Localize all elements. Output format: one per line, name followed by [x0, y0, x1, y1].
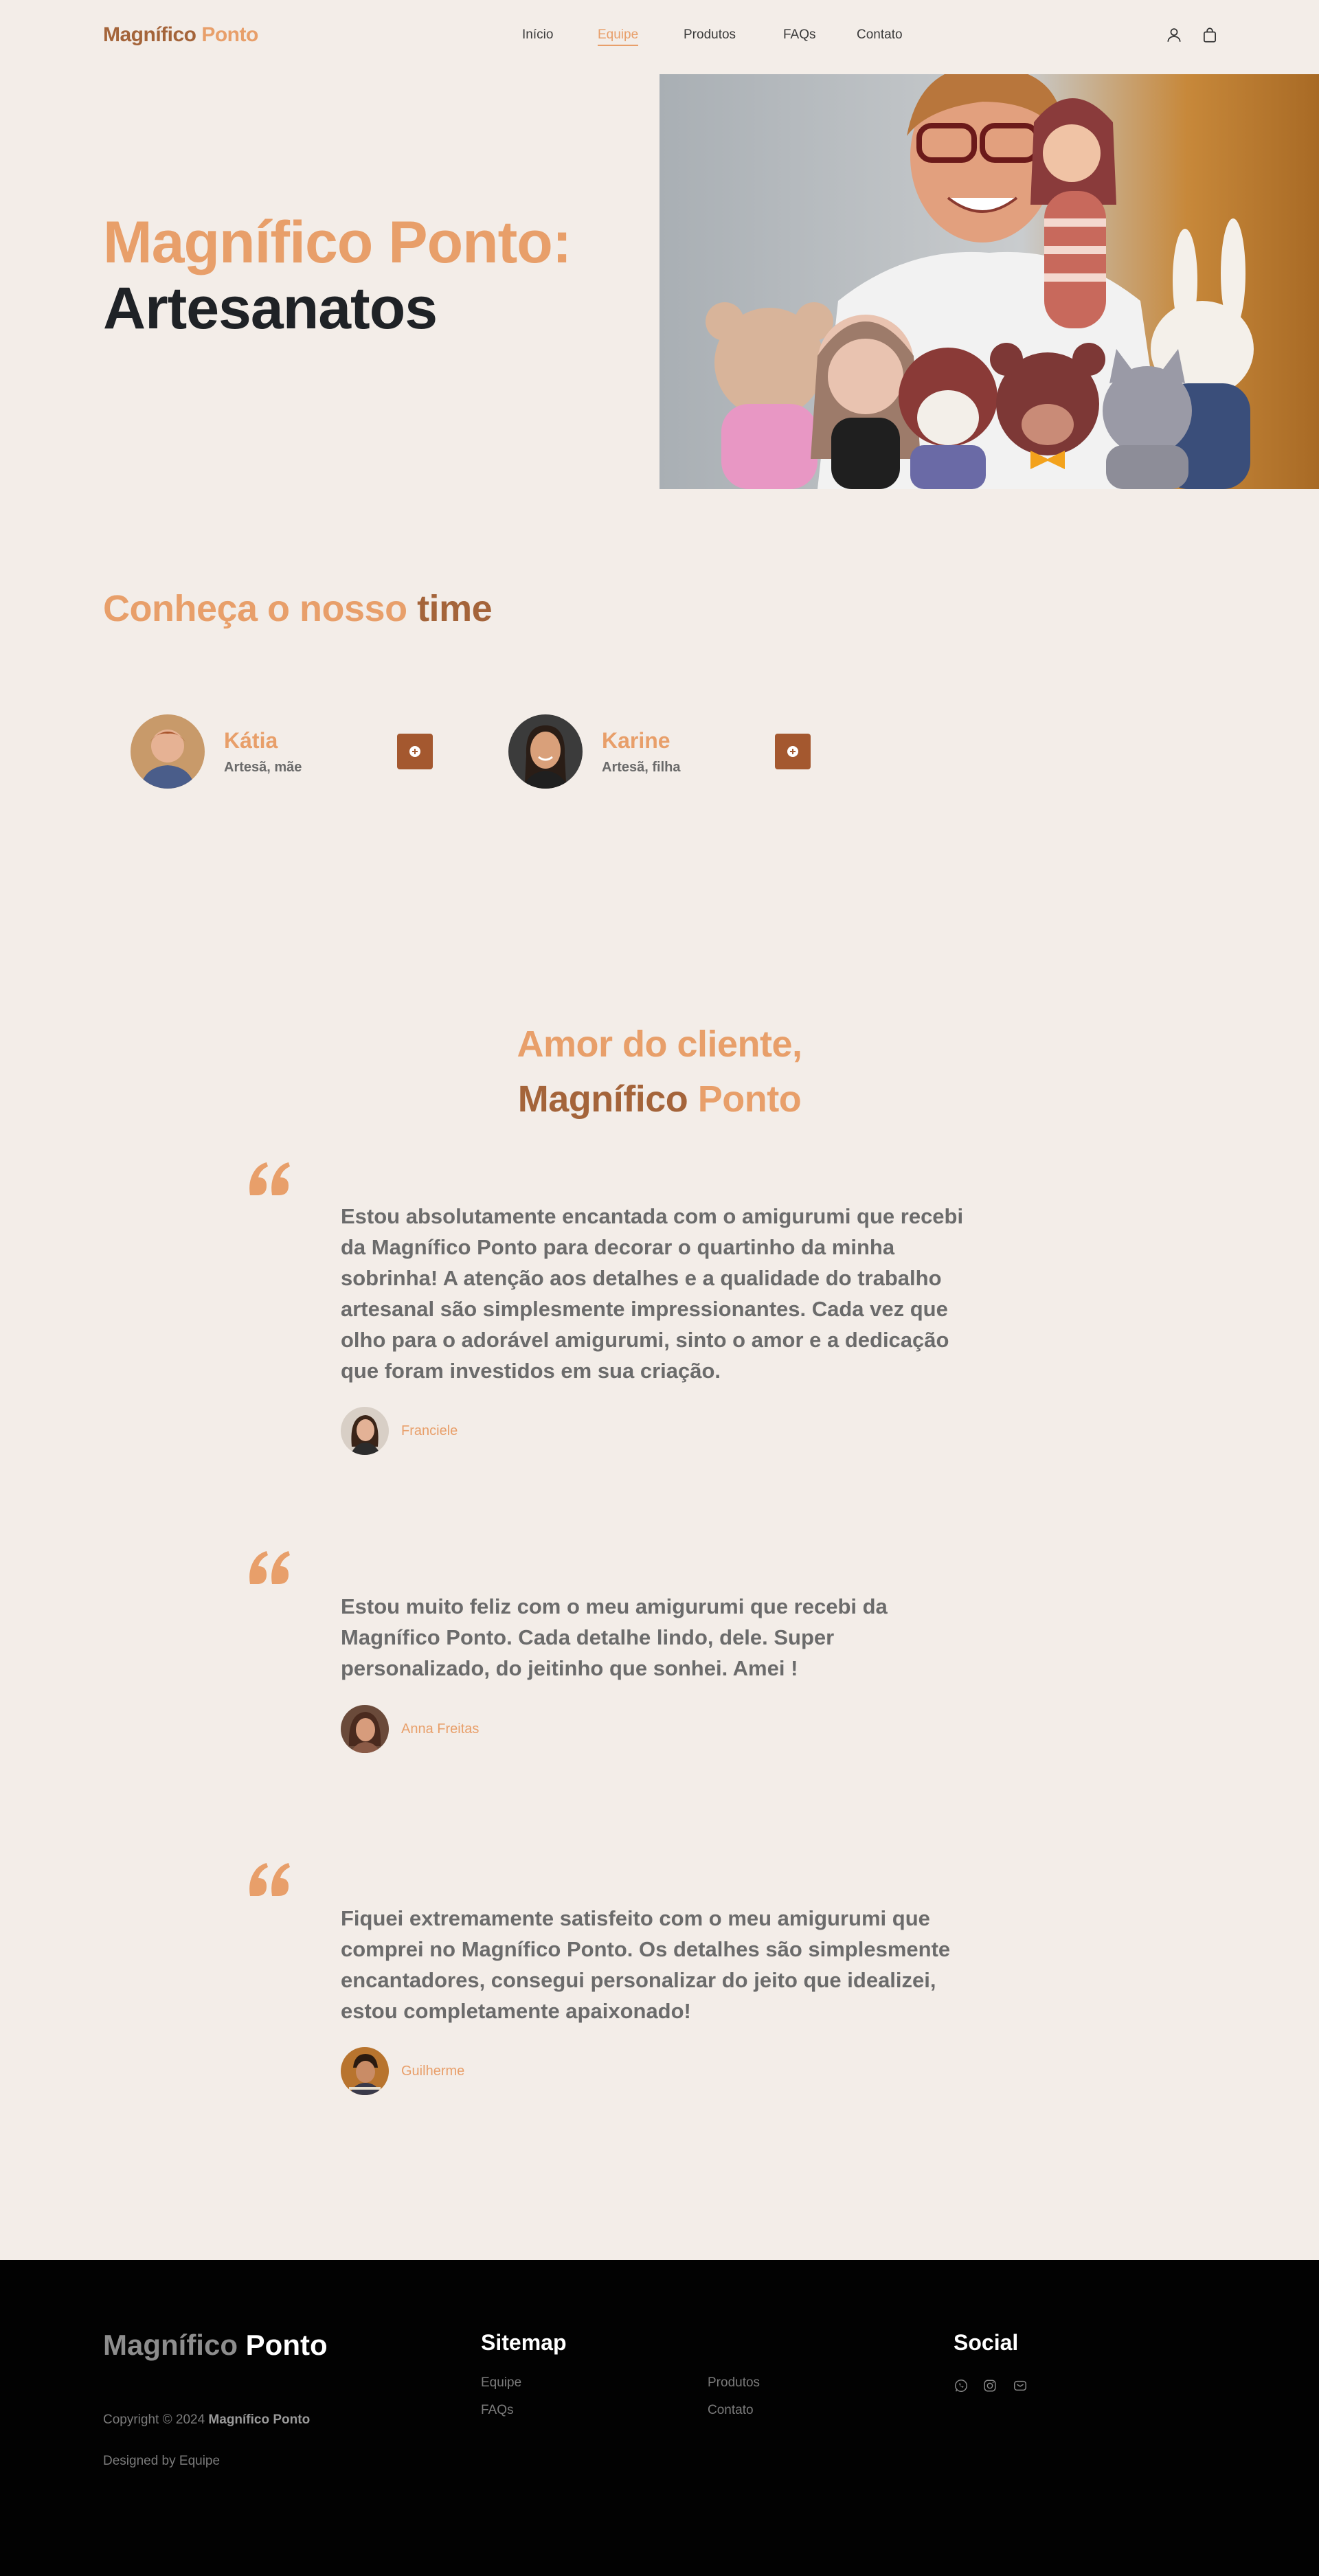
testimonial-author: Franciele	[341, 1407, 684, 1455]
hero-photo	[660, 74, 1319, 489]
site-header: Magnífico Ponto Início Equipe Produtos F…	[0, 0, 1319, 74]
avatar	[341, 1407, 389, 1455]
testimonial-text: Estou absolutamente encantada com o amig…	[341, 1204, 964, 1383]
copyright-text: Copyright © 2024	[103, 2413, 205, 2427]
quote-icon	[249, 1162, 290, 1195]
author-name: Franciele	[401, 1423, 458, 1438]
author-name: Guilherme	[401, 2064, 465, 2079]
team-member-card: Kátia Artesã, mãe	[131, 714, 433, 790]
testimonial-author: Anna Freitas	[341, 1705, 684, 1753]
email-icon[interactable]	[1013, 2378, 1028, 2393]
plus-circle-icon	[787, 746, 798, 757]
testimonials-title: Amor do cliente, Magnífico Ponto	[0, 1017, 1319, 1127]
artisan-photo-illustration	[660, 74, 1319, 489]
shopping-bag-icon[interactable]	[1201, 26, 1219, 44]
avatar	[508, 714, 583, 789]
nav-contato[interactable]: Contato	[857, 27, 903, 43]
testimonial-text: Estou muito feliz com o meu amigurumi qu…	[341, 1594, 888, 1680]
team-title-part-2: time	[417, 588, 493, 629]
team-section-title: Conheça o nosso time	[103, 587, 493, 630]
testimonial-text: Fiquei extremamente satisfeito com o meu…	[341, 1906, 951, 2023]
whatsapp-icon[interactable]	[954, 2378, 969, 2393]
nav-inicio[interactable]: Início	[522, 27, 553, 43]
footer-logo[interactable]: Magnífico Ponto	[103, 2329, 328, 2362]
quote-icon	[249, 1551, 290, 1584]
testimonials-title-line-2: Magnífico Ponto	[517, 1078, 802, 1120]
testimonials-title-line-1: Amor do cliente,	[517, 1024, 802, 1065]
hero-title-line-2: Artesanatos	[103, 275, 438, 341]
logo-part-1[interactable]: Magnífico	[103, 23, 196, 46]
member-details-button[interactable]	[397, 734, 433, 769]
footer-logo-part-2[interactable]: Ponto	[246, 2329, 328, 2361]
footer-link-produtos[interactable]: Produtos	[708, 2375, 760, 2391]
member-role: Artesã, mãe	[224, 760, 302, 775]
member-details-button[interactable]	[775, 734, 811, 769]
site-footer: Magnífico Ponto Copyright © 2024 Magnífi…	[0, 2260, 1319, 2576]
user-icon[interactable]	[1165, 26, 1183, 44]
avatar	[131, 714, 205, 789]
hero-title: Magnífico Ponto: Artesanatos	[103, 210, 572, 341]
logo-part-2[interactable]: Ponto	[201, 23, 258, 46]
copyright: Copyright © 2024 Magnífico Ponto	[103, 2413, 310, 2428]
footer-link-equipe[interactable]: Equipe	[481, 2375, 521, 2391]
instagram-icon[interactable]	[982, 2378, 997, 2393]
hero-title-line-1: Magnífico Ponto:	[103, 210, 572, 275]
author-name: Anna Freitas	[401, 1721, 480, 1737]
footer-link-contato[interactable]: Contato	[708, 2403, 754, 2418]
nav-equipe[interactable]: Equipe	[598, 27, 639, 46]
member-role: Artesã, filha	[602, 760, 681, 775]
testimonials-title-brand-1: Magnífico	[517, 1078, 688, 1120]
footer-link-faqs[interactable]: FAQs	[481, 2403, 514, 2418]
designed-by: Designed by Equipe	[103, 2454, 221, 2468]
nav-produtos[interactable]: Produtos	[684, 27, 736, 43]
footer-logo-part-1[interactable]: Magnífico	[103, 2329, 238, 2361]
avatar	[341, 1705, 389, 1753]
sitemap-heading: Sitemap	[481, 2330, 567, 2355]
avatar	[341, 2047, 389, 2095]
testimonial-author: Guilherme	[341, 2047, 684, 2095]
plus-circle-icon	[409, 746, 420, 757]
team-title-part-1: Conheça o nosso	[103, 588, 407, 629]
quote-icon	[249, 1863, 290, 1896]
member-name: Kátia	[224, 728, 278, 753]
social-heading: Social	[954, 2330, 1019, 2355]
copyright-brand: Magnífico Ponto	[208, 2413, 311, 2427]
team-member-card: Karine Artesã, filha	[508, 714, 811, 790]
site-logo[interactable]: Magnífico Ponto	[103, 23, 258, 47]
testimonials-title-brand-2: Ponto	[697, 1078, 802, 1120]
member-name: Karine	[602, 728, 670, 753]
nav-faqs[interactable]: FAQs	[783, 27, 816, 43]
